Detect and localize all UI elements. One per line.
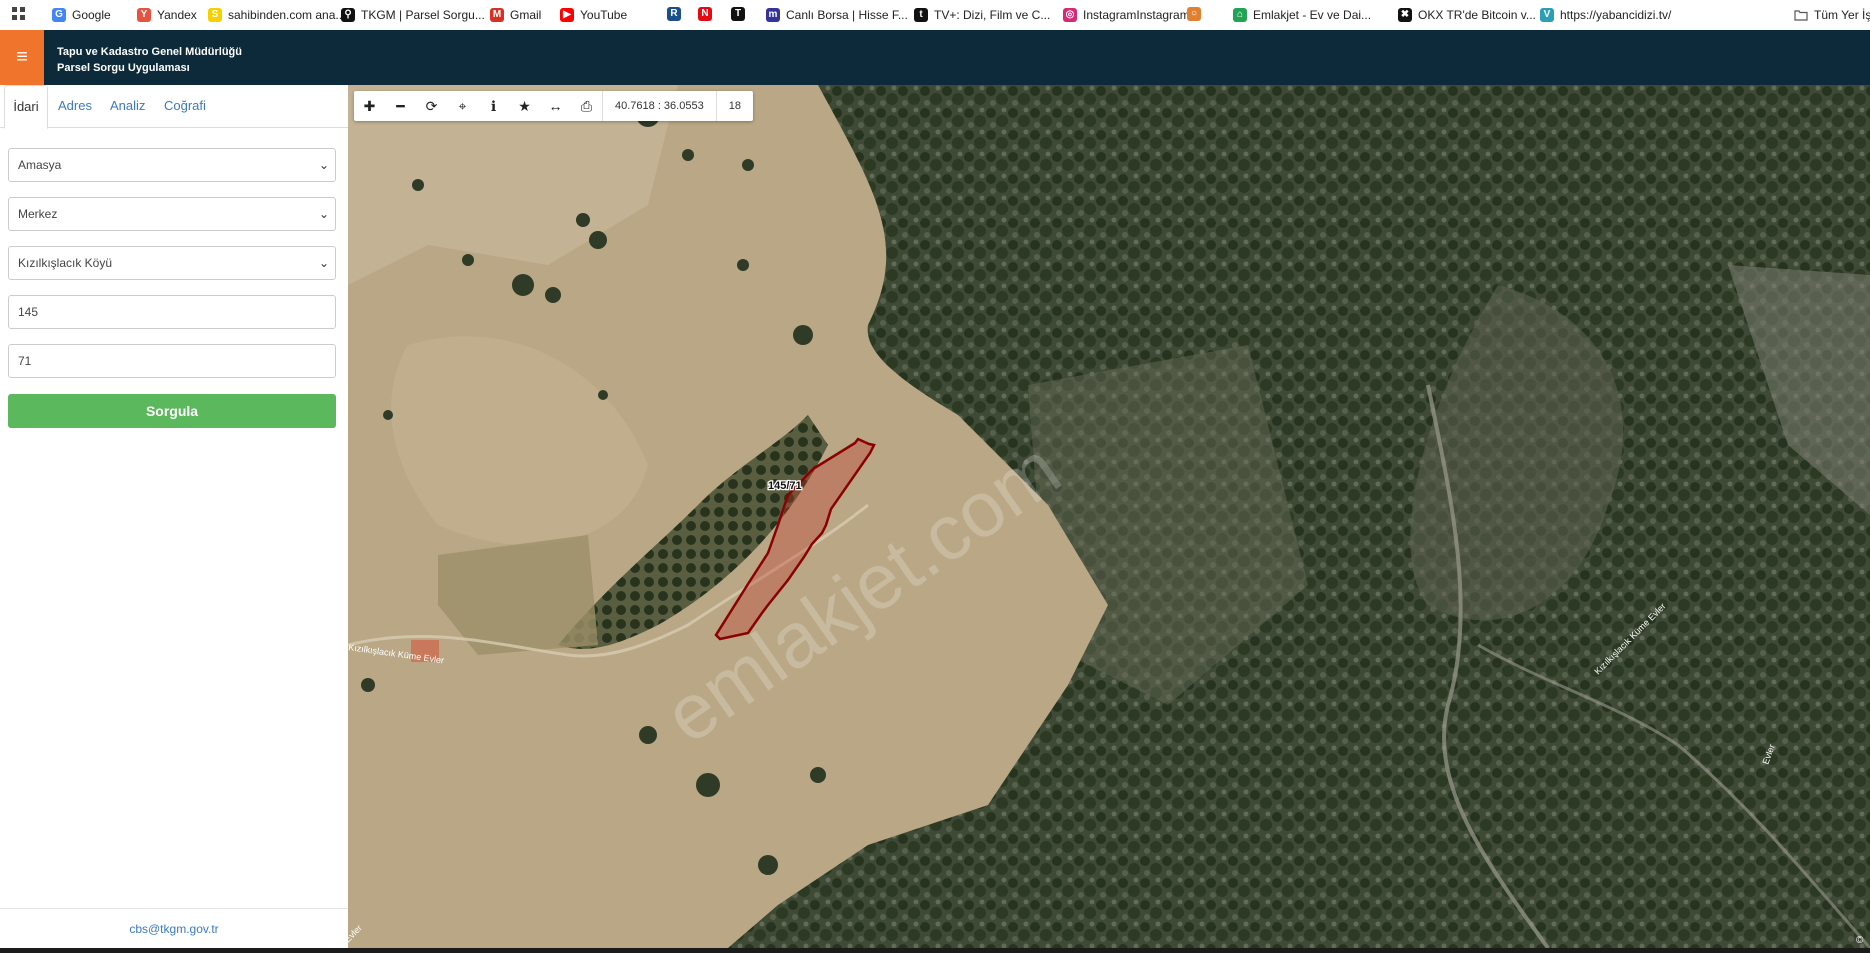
- il-select[interactable]: Amasya ⌄: [8, 148, 336, 182]
- bookmark-label: InstagramInstagram...: [1083, 8, 1200, 22]
- chevron-down-icon: ⌄: [318, 207, 329, 221]
- bookmark-label: https://yabancidizi.tv/: [1560, 8, 1672, 22]
- bookmark-label: TV+: Dizi, Film ve C...: [934, 8, 1051, 22]
- mahalle-select[interactable]: Kızılkışlacık Köyü ⌄: [8, 246, 336, 280]
- bookmark-item[interactable]: t TV+: Dizi, Film ve C...: [914, 7, 1050, 23]
- ilce-value: Merkez: [18, 207, 58, 221]
- app-header: ≡ Tapu ve Kadastro Genel Müdürlüğü Parse…: [0, 30, 1870, 85]
- locate-icon[interactable]: ⌖: [447, 91, 478, 121]
- apps-grid-icon[interactable]: [12, 7, 26, 21]
- bookmark-item[interactable]: N: [698, 7, 712, 21]
- parcel-label: 145/71: [768, 480, 802, 492]
- bookmark-item[interactable]: ▶ YouTube: [560, 7, 627, 23]
- tab-analiz[interactable]: Analiz: [110, 85, 145, 127]
- window-bottom-edge: [0, 948, 1870, 953]
- map-pin-icon: ⚲: [341, 8, 355, 22]
- bookmark-item[interactable]: ◎ InstagramInstagram...: [1063, 7, 1200, 23]
- tab-idari[interactable]: İdari: [4, 85, 48, 129]
- zoom-level: 18: [715, 91, 753, 121]
- okx-icon: ✖: [1398, 8, 1412, 22]
- app-title-line2: Parsel Sorgu Uygulaması: [57, 62, 190, 74]
- bookmark-item[interactable]: ✖ OKX TR'de Bitcoin v...: [1398, 7, 1536, 23]
- tab-bar: İdari Adres Analiz Coğrafi: [0, 85, 348, 129]
- print-icon[interactable]: ⎙: [571, 91, 602, 121]
- refresh-icon[interactable]: ⟳: [416, 91, 447, 121]
- ada-value: 145: [18, 305, 39, 319]
- bookmarks-bar: Tüm Yer İş G Google Y Yandex Ssahibinden.com…: [0, 0, 1870, 31]
- map-copyright: ©: [1856, 935, 1864, 946]
- bookmark-label: Yandex: [157, 8, 197, 22]
- footer-email-link[interactable]: cbs@tkgm.gov.tr: [0, 908, 348, 949]
- bookmark-label: OKX TR'de Bitcoin v...: [1418, 8, 1536, 22]
- tvplus-icon: t: [914, 8, 928, 22]
- coordinate-readout: 40.7618 : 36.0553: [602, 91, 716, 121]
- parsel-input[interactable]: 71: [8, 344, 336, 378]
- tab-cografi[interactable]: Coğrafi: [164, 85, 206, 127]
- bookmark-item[interactable]: G Google: [52, 7, 111, 23]
- bookmark-item[interactable]: Ssahibinden.com ana...: [208, 7, 345, 23]
- other-bookmarks-label: Tüm Yer İş: [1814, 8, 1870, 22]
- app-title-line1: Tapu ve Kadastro Genel Müdürlüğü: [57, 46, 242, 58]
- mahalle-value: Kızılkışlacık Köyü: [18, 256, 113, 270]
- bookmark-item[interactable]: M Gmail: [490, 7, 541, 23]
- bookmark-item[interactable]: Vhttps://yabancidizi.tv/: [1540, 7, 1671, 23]
- menu-icon: ≡: [16, 46, 28, 68]
- yandex-icon: Y: [137, 8, 151, 22]
- bookmark-label: Google: [72, 8, 111, 22]
- bookmark-item[interactable]: ○: [1187, 7, 1201, 21]
- bookmark-item[interactable]: T: [731, 7, 745, 21]
- sidebar: İdari Adres Analiz Coğrafi Amasya ⌄ Merke…: [0, 85, 349, 948]
- il-value: Amasya: [18, 158, 62, 172]
- chevron-down-icon: ⌄: [318, 158, 329, 172]
- folder-icon: [1794, 10, 1808, 21]
- news-icon: R: [667, 7, 681, 21]
- sahibinden-icon: S: [208, 8, 222, 22]
- netflix-icon: N: [698, 7, 712, 21]
- zoom-in-icon[interactable]: ✚: [354, 91, 385, 121]
- instagram-icon: ◎: [1063, 8, 1077, 22]
- satellite-map[interactable]: emlakjet.com 145/71 Kızılkışlacık Küme E…: [348, 85, 1870, 948]
- bookmark-label: Gmail: [510, 8, 542, 22]
- map-toolbar: ✚ ━ ⟳ ⌖ ℹ ★ ↔ ⎙ 40.7618 : 36.0553 18: [354, 91, 753, 121]
- gmail-icon: M: [490, 8, 504, 22]
- zoom-out-icon[interactable]: ━: [385, 91, 416, 121]
- bookmark-label: Emlakjet - Ev ve Dai...: [1253, 8, 1372, 22]
- youtube-icon: ▶: [560, 8, 574, 22]
- bookmark-label: Canlı Borsa | Hisse F...: [786, 8, 908, 22]
- map-imagery: emlakjet.com 145/71 Kızılkışlacık Küme E…: [348, 85, 1870, 948]
- bookmark-label: YouTube: [580, 8, 628, 22]
- favorite-star-icon[interactable]: ★: [509, 91, 540, 121]
- google-icon: G: [52, 8, 66, 22]
- other-bookmarks-folder[interactable]: Tüm Yer İş: [1794, 7, 1870, 23]
- bookmark-label: sahibinden.com ana...: [228, 8, 346, 22]
- bookmark-label: TKGM | Parsel Sorgu...: [361, 8, 485, 22]
- circle-icon: ○: [1187, 7, 1201, 21]
- emlakjet-icon: ⌂: [1233, 8, 1247, 22]
- bookmark-item[interactable]: ⌂ Emlakjet - Ev ve Dai...: [1233, 7, 1371, 23]
- borsa-icon: m: [766, 8, 780, 22]
- hamburger-menu-button[interactable]: ≡: [0, 30, 44, 85]
- parsel-value: 71: [18, 354, 32, 368]
- bookmark-item[interactable]: R: [667, 7, 681, 21]
- tcc-icon: T: [731, 7, 745, 21]
- tab-adres[interactable]: Adres: [58, 85, 92, 127]
- chevron-down-icon: ⌄: [318, 256, 329, 270]
- measure-icon[interactable]: ↔: [540, 91, 571, 121]
- sorgula-button[interactable]: Sorgula: [8, 394, 336, 428]
- ada-input[interactable]: 145: [8, 295, 336, 329]
- info-icon[interactable]: ℹ: [478, 91, 509, 121]
- yabancidizi-icon: V: [1540, 8, 1554, 22]
- bookmark-item[interactable]: ⚲ TKGM | Parsel Sorgu...: [341, 7, 485, 23]
- bookmark-item[interactable]: m Canlı Borsa | Hisse F...: [766, 7, 908, 23]
- ilce-select[interactable]: Merkez ⌄: [8, 197, 336, 231]
- bookmark-item[interactable]: Y Yandex: [137, 7, 197, 23]
